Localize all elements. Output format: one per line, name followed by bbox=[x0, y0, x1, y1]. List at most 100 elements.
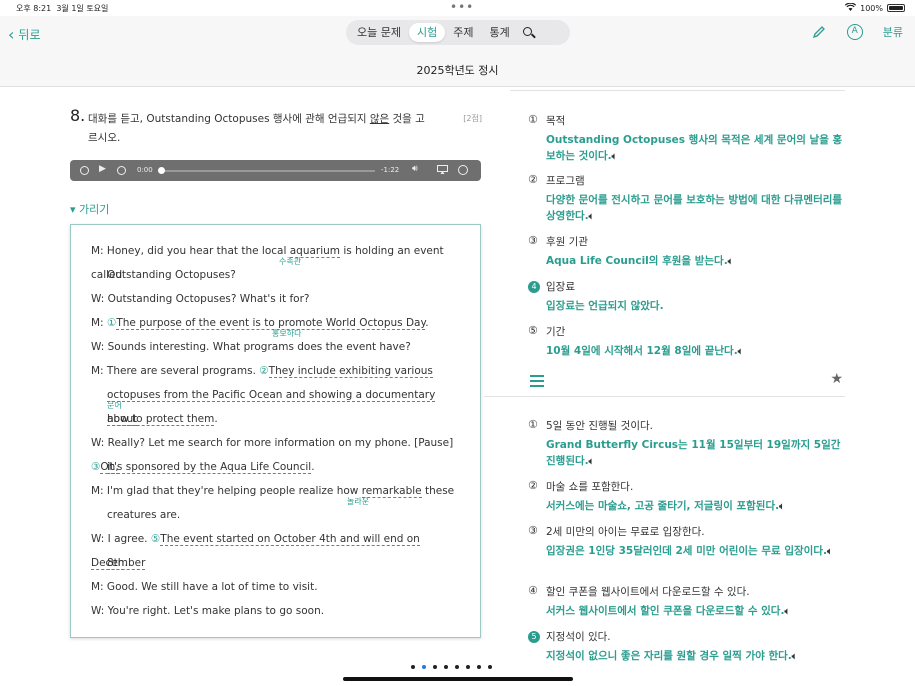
tab-statistics[interactable]: 통계 bbox=[481, 23, 517, 42]
search-icon[interactable] bbox=[518, 23, 540, 42]
list-icon[interactable] bbox=[530, 375, 544, 387]
option-label: 목적 bbox=[546, 115, 566, 127]
script-highlight[interactable]: it's sponsored by the Aqua Life Council bbox=[107, 461, 312, 474]
multitask-dots-icon[interactable]: ••• bbox=[450, 0, 474, 14]
script-highlight[interactable]: 8th bbox=[107, 557, 125, 570]
status-right: 100% bbox=[845, 2, 905, 13]
option-label: 할인 쿠폰을 웹사이트에서 다운로드할 수 있다. bbox=[546, 586, 750, 598]
script-highlight[interactable]: how to protect them bbox=[107, 413, 215, 426]
rewind-icon[interactable] bbox=[80, 166, 89, 175]
option-explanation: 다양한 문어를 전시하고 문어를 보호하는 방법에 대한 다큐멘터리를 상영한다… bbox=[546, 192, 846, 225]
wifi-icon bbox=[845, 2, 857, 13]
nav-right-actions: A 분류 bbox=[811, 24, 903, 40]
tab-exam[interactable]: 시험 bbox=[408, 23, 446, 42]
remaining-time: -1:22 bbox=[381, 166, 400, 174]
page-dot bbox=[477, 665, 481, 669]
home-indicator[interactable] bbox=[343, 677, 573, 681]
back-button[interactable]: ‹ 뒤로 bbox=[8, 26, 41, 43]
page-indicator[interactable] bbox=[411, 665, 492, 669]
speaker-icon[interactable]: 🔈︎ bbox=[589, 457, 594, 467]
question-text: 대화를 듣고, Outstanding Octopuses 행사에 관해 언급되… bbox=[88, 110, 428, 148]
speaker-icon[interactable]: 🔈︎ bbox=[738, 347, 743, 357]
hide-toggle[interactable]: ▾ 가리기 bbox=[70, 201, 109, 217]
option-number: ⑤ bbox=[528, 324, 538, 337]
script-line: W: Sounds interesting. What programs doe… bbox=[91, 341, 411, 353]
status-time: 오후 8:21 bbox=[16, 4, 52, 13]
tab-topic[interactable]: 주제 bbox=[445, 23, 481, 42]
page-dot bbox=[466, 665, 470, 669]
answer-marker: 4 bbox=[528, 281, 540, 293]
current-time: 0:00 bbox=[137, 166, 153, 174]
question-text-part: 대화를 듣고, Outstanding Octopuses 행사에 관해 언급되… bbox=[88, 113, 370, 125]
airplay-icon[interactable] bbox=[437, 165, 448, 176]
more-icon[interactable] bbox=[458, 165, 468, 175]
star-icon[interactable]: ★ bbox=[830, 371, 843, 387]
options-panel: ① 목적 Outstanding Octopuses 행사의 목적은 세계 문어… bbox=[510, 90, 845, 665]
script-line: how to protect them. bbox=[91, 407, 466, 431]
progress-knob[interactable] bbox=[158, 167, 165, 174]
question-text-underlined: 않은 bbox=[369, 113, 390, 125]
back-chevron-icon: ‹ bbox=[8, 24, 15, 44]
option-explanation: 입장료는 언급되지 않았다. bbox=[546, 298, 846, 314]
script-line: M: Good. We still have a lot of time to … bbox=[91, 581, 318, 593]
forward-icon[interactable] bbox=[117, 166, 126, 175]
pencil-icon[interactable] bbox=[811, 24, 827, 40]
option-explanation: Aqua Life Council의 후원을 받는다.🔈︎ bbox=[546, 253, 846, 270]
option-label: 후원 기관 bbox=[546, 236, 588, 248]
page-dot bbox=[488, 665, 492, 669]
speaker-icon[interactable]: 🔈︎ bbox=[784, 607, 789, 617]
question-divider bbox=[484, 396, 845, 397]
script-line: creatures are. bbox=[107, 509, 181, 521]
option-label: 기간 bbox=[546, 326, 566, 338]
question-number: 8. bbox=[70, 106, 86, 125]
speaker-icon[interactable]: 🔈︎ bbox=[779, 502, 784, 512]
script-line: W: You're right. Let's make plans to go … bbox=[91, 605, 325, 617]
option-label: 프로그램 bbox=[546, 175, 585, 187]
option-marker: ⑤ bbox=[150, 533, 161, 545]
script-text: . bbox=[311, 461, 315, 473]
page-dot bbox=[444, 665, 448, 669]
option-marker: ② bbox=[259, 365, 269, 377]
segmented-control: 오늘 문제 시험 주제 통계 bbox=[346, 20, 570, 45]
play-icon[interactable]: ▶ bbox=[99, 164, 106, 174]
script-text: . bbox=[124, 557, 128, 569]
explanation-text: 서커스에는 마술쇼, 고공 줄타기, 저글링이 포함된다. bbox=[546, 500, 780, 512]
option-number: ① bbox=[528, 113, 538, 126]
option-number: ② bbox=[528, 173, 538, 186]
volume-icon[interactable]: 🔊︎ bbox=[412, 164, 418, 174]
progress-track[interactable] bbox=[158, 170, 375, 172]
option-number: ③ bbox=[528, 524, 538, 537]
explanation-text: 지정석이 없으니 좋은 자리를 원할 경우 일찍 가야 한다. bbox=[546, 650, 792, 662]
script-box: M: Honey, did you hear that the local aq… bbox=[70, 224, 481, 638]
hide-label: 가리기 bbox=[79, 203, 110, 216]
explanation-text: Outstanding Octopuses 행사의 목적은 세계 문어의 날을 … bbox=[546, 134, 843, 162]
explanation-text: 서커스 웹사이트에서 할인 쿠폰을 다운로드할 수 있다. bbox=[546, 605, 785, 617]
tab-today-question[interactable]: 오늘 문제 bbox=[349, 23, 409, 42]
speaker-icon[interactable]: 🔈︎ bbox=[827, 547, 832, 557]
option-explanation: Grand Butterfly Circus는 11월 15일부터 19일까지 … bbox=[546, 437, 846, 470]
question-points: [2점] bbox=[463, 114, 482, 123]
a-circle-icon[interactable]: A bbox=[846, 24, 863, 40]
navigation-bar: ‹ 뒤로 오늘 문제 시험 주제 통계 A 분류 2025학년도 정시 bbox=[0, 16, 915, 87]
battery-percent: 100% bbox=[860, 3, 883, 13]
option-explanation: 입장권은 1인당 35달러인데 2세 미만 어린이는 무료 입장이다.🔈︎ bbox=[546, 543, 846, 560]
speaker-icon[interactable]: 🔈︎ bbox=[792, 652, 797, 662]
script-highlight[interactable]: remarkable bbox=[361, 485, 422, 498]
speaker-icon[interactable]: 🔈︎ bbox=[612, 152, 617, 162]
option-label: 5일 동안 진행될 것이다. bbox=[546, 420, 653, 432]
page-dot bbox=[411, 665, 415, 669]
script-text: W: Really? Let me search for more inform… bbox=[91, 437, 454, 449]
script-highlight[interactable]: They include exhibiting various bbox=[268, 365, 433, 378]
explanation-text: 입장권은 1인당 35달러인데 2세 미만 어린이는 무료 입장이다. bbox=[546, 545, 827, 557]
script-text: these bbox=[421, 485, 455, 497]
audio-player: ▶ 0:00 -1:22 🔊︎ bbox=[70, 160, 481, 181]
script-highlight[interactable]: The purpose of the event is to promote W… bbox=[116, 317, 426, 330]
speaker-icon[interactable]: 🔈︎ bbox=[589, 212, 594, 222]
explanation-text: Aqua Life Council의 후원을 받는다. bbox=[546, 255, 728, 267]
option-number: ② bbox=[528, 479, 538, 492]
classify-button[interactable]: 분류 bbox=[883, 24, 903, 40]
back-label: 뒤로 bbox=[18, 28, 41, 42]
page-dot bbox=[455, 665, 459, 669]
script-line: M: I'm glad that they're helping people … bbox=[91, 479, 466, 503]
speaker-icon[interactable]: 🔈︎ bbox=[728, 257, 733, 267]
